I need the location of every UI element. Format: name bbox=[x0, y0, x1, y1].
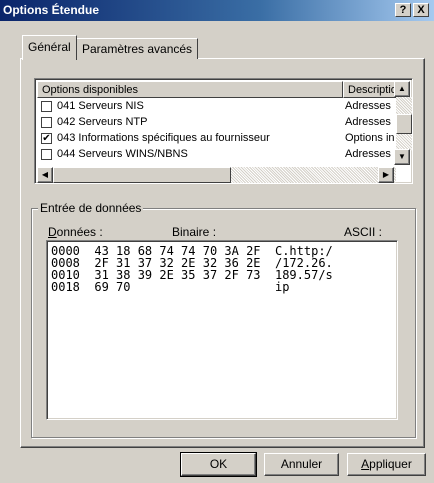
checkbox-043[interactable]: ✔ bbox=[41, 133, 52, 144]
list-item[interactable]: 044 Serveurs WINS/NBNS Adresses bbox=[39, 147, 397, 163]
list-item[interactable]: ✔ 043 Informations spécifiques au fourni… bbox=[39, 131, 397, 147]
option-name: 044 Serveurs WINS/NBNS bbox=[57, 148, 188, 160]
tab-general[interactable]: Général bbox=[22, 35, 77, 60]
column-header-description[interactable]: Descriptio bbox=[343, 81, 398, 98]
options-list[interactable]: Options disponibles Descriptio ▲ 041 Ser… bbox=[34, 78, 413, 184]
scroll-down-arrow-icon[interactable]: ▼ bbox=[394, 149, 410, 165]
option-description: Adresses bbox=[345, 116, 391, 128]
hex-row: 0018 69 70 ip bbox=[51, 280, 290, 294]
list-header: Options disponibles Descriptio bbox=[37, 81, 410, 98]
scroll-left-arrow-icon[interactable]: ◀ bbox=[37, 167, 53, 183]
data-label: Données : bbox=[48, 225, 103, 239]
apply-button[interactable]: Appliquer bbox=[347, 453, 426, 476]
scroll-up-arrow-icon[interactable]: ▲ bbox=[394, 81, 410, 97]
list-item[interactable]: 041 Serveurs NIS Adresses bbox=[39, 99, 397, 115]
checkbox-041[interactable] bbox=[41, 101, 52, 112]
close-button[interactable]: X bbox=[413, 3, 429, 17]
list-item[interactable]: 042 Serveurs NTP Adresses bbox=[39, 115, 397, 131]
binary-label: Binaire : bbox=[172, 225, 217, 239]
option-name: 043 Informations spécifiques au fourniss… bbox=[57, 132, 270, 144]
option-description: Adresses bbox=[345, 100, 391, 112]
column-header-options[interactable]: Options disponibles bbox=[37, 81, 343, 98]
cancel-button[interactable]: Annuler bbox=[264, 453, 339, 476]
scroll-right-arrow-icon[interactable]: ▶ bbox=[378, 167, 394, 183]
tab-advanced-settings[interactable]: Paramètres avancés bbox=[76, 38, 199, 59]
checkbox-042[interactable] bbox=[41, 117, 52, 128]
ok-button[interactable]: OK bbox=[180, 452, 257, 477]
options-window: Options Étendue ? X Général Paramètres a… bbox=[0, 0, 434, 483]
help-button[interactable]: ? bbox=[395, 3, 411, 17]
vertical-scroll-thumb[interactable] bbox=[396, 114, 412, 134]
hex-editor[interactable]: 0000 43 18 68 74 74 70 3A 2F C.http:/ 00… bbox=[46, 240, 398, 420]
ascii-label: ASCII : bbox=[344, 225, 383, 239]
option-description: Adresses bbox=[345, 148, 391, 160]
group-label-data-entry: Entrée de données bbox=[38, 201, 144, 215]
checkbox-044[interactable] bbox=[41, 149, 52, 160]
window-title: Options Étendue bbox=[3, 3, 99, 17]
title-bar[interactable]: Options Étendue ? X bbox=[0, 0, 434, 21]
horizontal-scroll-thumb[interactable] bbox=[53, 167, 231, 183]
option-name: 041 Serveurs NIS bbox=[57, 100, 144, 112]
option-description: Options in bbox=[345, 132, 395, 144]
option-name: 042 Serveurs NTP bbox=[57, 116, 148, 128]
